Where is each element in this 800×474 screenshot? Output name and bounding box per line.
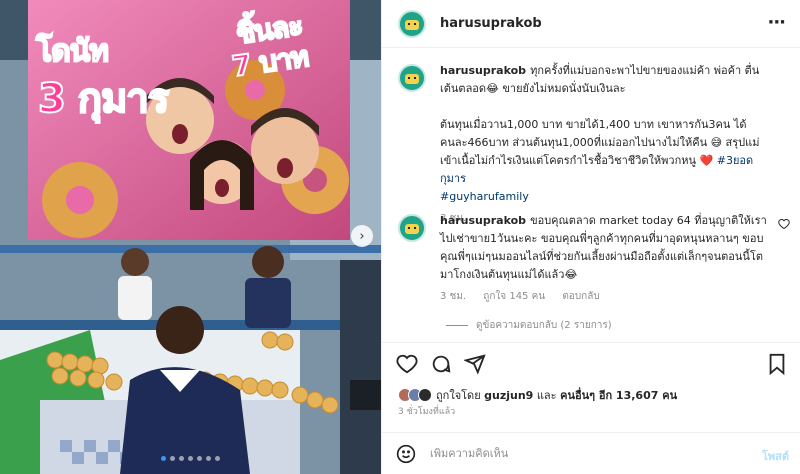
- avatar: [418, 388, 432, 402]
- caption-body: harusuprakob ทุกครั้งที่แม่บอกจะพาไปขายขอ…: [440, 62, 775, 228]
- bookmark-icon[interactable]: [767, 353, 787, 379]
- post-comment-button[interactable]: โพสต์: [762, 447, 789, 465]
- comment-item: harusuprakob ขอบคุณตลาด market today 64 ท…: [398, 212, 788, 306]
- caption-text-2: ต้นทุนเมื่อวาน1,000 บาท ขายได้1,400 บาท …: [440, 118, 760, 167]
- liked-by-prefix: ถูกใจโดย: [436, 389, 481, 402]
- comment-time[interactable]: 3 ชม.: [440, 291, 466, 302]
- banner-text-three-kids: 3 กุมาร: [37, 75, 170, 123]
- liked-by: ถูกใจโดย guzjun9 และ คนอื่นๆ อีก 13,607 …: [398, 386, 677, 404]
- avatar[interactable]: [398, 64, 426, 92]
- avatar[interactable]: [398, 9, 426, 38]
- carousel-dot: [179, 456, 184, 461]
- hashtag-link[interactable]: #guyharufamily: [440, 190, 529, 203]
- emoji-icon[interactable]: [396, 444, 416, 464]
- add-comment-bar: โพสต์: [382, 432, 800, 474]
- liked-by-user[interactable]: guzjun9: [484, 389, 533, 402]
- header-username[interactable]: harusuprakob: [440, 16, 542, 31]
- carousel-dot: [161, 456, 166, 461]
- chevron-right-icon: ›: [359, 228, 365, 244]
- comment-username[interactable]: harusuprakob: [440, 214, 526, 227]
- comment-icon[interactable]: [430, 353, 452, 379]
- comment-like-heart-icon[interactable]: [778, 218, 790, 233]
- liked-by-and: และ: [536, 389, 557, 402]
- post-header: harusuprakob ···: [382, 0, 800, 48]
- liked-by-others[interactable]: คนอื่นๆ อีก 13,607 คน: [560, 389, 677, 402]
- carousel-dot: [197, 456, 202, 461]
- post-caption: harusuprakob ทุกครั้งที่แม่บอกจะพาไปขายขอ…: [398, 62, 788, 228]
- carousel-dot: [215, 456, 220, 461]
- instagram-post: โดนัท 3 กุมาร ชิ้นละ 7 บาท › harusuprako…: [0, 0, 800, 474]
- caption-username[interactable]: harusuprakob: [440, 64, 526, 77]
- carousel-dots: [0, 456, 381, 461]
- liked-by-text: ถูกใจโดย guzjun9 และ คนอื่นๆ อีก 13,607 …: [436, 386, 677, 404]
- carousel-dot: [170, 456, 175, 461]
- comment-input[interactable]: [430, 447, 720, 460]
- share-icon[interactable]: [463, 353, 486, 379]
- reply-button[interactable]: ตอบกลับ: [562, 291, 599, 302]
- post-timestamp[interactable]: 3 ชั่วโมงที่แล้ว: [398, 404, 455, 418]
- post-sidebar: harusuprakob ··· harusuprakob ทุกครั้งที่…: [381, 0, 800, 474]
- action-bar: [382, 342, 800, 382]
- view-replies-link[interactable]: ดูข้อความตอบกลับ (2 รายการ): [446, 318, 612, 333]
- comment-likes[interactable]: ถูกใจ 145 คน: [483, 291, 545, 302]
- post-photo[interactable]: โดนัท 3 กุมาร ชิ้นละ 7 บาท ›: [0, 0, 381, 474]
- avatar[interactable]: [398, 214, 426, 242]
- more-horizontal-icon[interactable]: ···: [767, 12, 785, 33]
- carousel-dot: [188, 456, 193, 461]
- comment-body: harusuprakob ขอบคุณตลาด market today 64 ท…: [440, 212, 775, 306]
- carousel-next-button[interactable]: ›: [351, 225, 373, 247]
- carousel-dot: [206, 456, 211, 461]
- heart-icon[interactable]: [396, 353, 418, 379]
